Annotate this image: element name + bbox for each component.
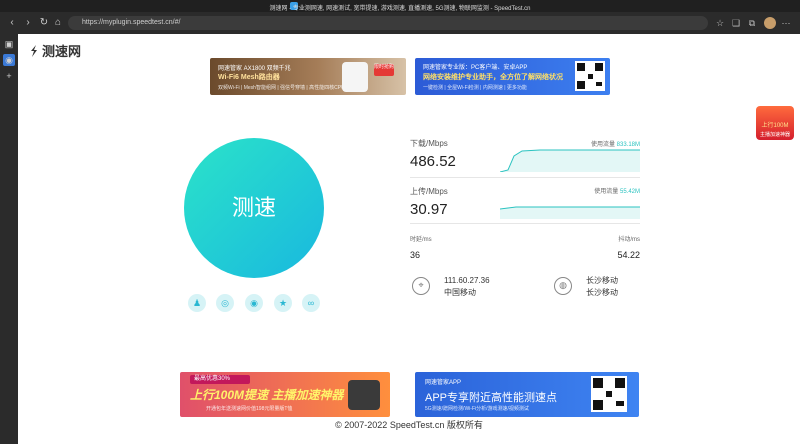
active-tab-icon[interactable]: ◉ (3, 54, 15, 66)
weibo-icon[interactable]: ◉ (245, 294, 263, 312)
latency-value: 36 (410, 250, 421, 260)
ip-isp: 中国移动 (444, 288, 476, 297)
browser-sidebar: ▣ ◉ + (0, 34, 18, 444)
divider (410, 223, 640, 224)
forward-icon[interactable]: › (22, 17, 34, 29)
download-sparkline (500, 149, 640, 172)
new-tab-icon[interactable]: + (3, 70, 15, 82)
app-ad-line3: 一键检测 | 全屋Wi-Fi检测 | 内网测速 | 更多功能 (423, 85, 527, 91)
gift-line1: 上行100M (761, 123, 789, 129)
app2-ad-line1: 网速管家APP (425, 380, 462, 386)
server-info[interactable]: 长沙移动 长沙移动 (586, 275, 618, 299)
ip-address: 111.60.27.36 (444, 276, 490, 285)
app-ad-banner[interactable]: 网速管家专业版：PC客户端、安卓APP 网络安装维护专业助手，全方位了解网络状况… (415, 58, 610, 95)
upload-usage: 使用流量 55.42M (538, 186, 640, 195)
gift-line2: 主播加速神器 (759, 132, 790, 138)
link-icon[interactable]: ∞ (302, 294, 320, 312)
jitter-value: 54.22 (617, 250, 640, 260)
profile-avatar[interactable] (764, 17, 776, 29)
start-speedtest-button[interactable]: 测速 (184, 138, 324, 278)
more-icon[interactable]: ⋯ (780, 17, 792, 29)
favorite-star-icon[interactable]: ★ (274, 294, 292, 312)
router-ad-banner[interactable]: 网速管家 AX1800 双频千兆 Wi-Fi6 Mesh路由器 双频Wi-Fi … (210, 58, 406, 95)
location-pin-icon: ⌖ (412, 277, 430, 295)
router-ad-badge: 限时抢购 (374, 64, 394, 76)
extensions-icon[interactable]: ⧉ (746, 17, 758, 29)
home-icon[interactable]: ⌂ (52, 17, 64, 29)
router-image (342, 62, 368, 92)
window-titlebar: 测速网 - 专业测网速, 网速测试, 宽带提速, 游戏测速, 直播测速, 5G测… (0, 0, 800, 12)
upload-value: 30.97 (410, 201, 448, 218)
ip-info: 111.60.27.36 中国移动 (444, 275, 490, 299)
jitter-label: 抖动/ms (618, 237, 640, 243)
window-title: 测速网 - 专业测网速, 网速测试, 宽带提速, 游戏测速, 直播测速, 5G测… (269, 6, 531, 12)
address-bar[interactable]: https://myplugin.speedtest.cn/#/ (68, 16, 708, 30)
router-ad-line1: 网速管家 AX1800 双频千兆 (218, 66, 291, 72)
page-content: 测速网 网速管家 AX1800 双频千兆 Wi-Fi6 Mesh路由器 双频Wi… (18, 34, 800, 444)
app2-ad-line3: 5G测速/蹭网检测/Wi-Fi分析/游戏测速/视频测试 (425, 406, 529, 412)
globe-icon: ◍ (554, 277, 572, 295)
boost-ad-line2: 开通包年送测速网价值198元限量版T恤 (206, 406, 293, 412)
wechat-icon[interactable]: ◎ (216, 294, 234, 312)
upload-sparkline (500, 206, 640, 219)
router-ad-line2: Wi-Fi6 Mesh路由器 (218, 74, 280, 81)
server-isp: 长沙移动 (586, 288, 618, 297)
boost-ad-line1: 上行100M提速 主播加速神器 (190, 388, 344, 402)
app2-ad-line2: APP专享附近高性能测速点 (425, 392, 558, 404)
router-ad-line3: 双频Wi-Fi | Mesh智能组网 | 强信号穿墙 | 高性能四核CPU (218, 85, 345, 91)
promo-gift-float[interactable]: 上行100M 主播加速神器 (756, 106, 794, 140)
collections-icon[interactable]: ❑ (730, 17, 742, 29)
discount-ribbon: 最高优惠30% (190, 375, 250, 384)
download-value: 486.52 (410, 153, 456, 170)
upload-boost-ad-banner[interactable]: 最高优惠30% 上行100M提速 主播加速神器 开通包年送测速网价值198元限量… (180, 372, 390, 417)
app-ad-line1: 网速管家专业版：PC客户端、安卓APP (423, 65, 528, 71)
download-label: 下载/Mbps (410, 139, 448, 148)
tshirt-image (348, 380, 380, 410)
site-logo[interactable]: 测速网 (28, 41, 82, 59)
qr-code-icon (575, 61, 605, 91)
server-city: 长沙移动 (586, 276, 618, 285)
latency-label: 时延/ms (410, 237, 432, 243)
reload-icon[interactable]: ↻ (38, 17, 50, 29)
copyright-footer: © 2007-2022 SpeedTest.cn 版权所有 (335, 420, 483, 430)
app-ad-line2: 网络安装维护专业助手，全方位了解网络状况 (423, 74, 563, 81)
mobile-app-ad-banner[interactable]: 网速管家APP APP专享附近高性能测速点 5G测速/蹭网检测/Wi-Fi分析/… (415, 372, 639, 417)
favorites-icon[interactable]: ☆ (714, 17, 726, 29)
qq-icon[interactable]: ♟ (188, 294, 206, 312)
back-icon[interactable]: ‹ (6, 17, 18, 29)
divider (410, 177, 640, 178)
tab-actions-icon[interactable]: ▣ (3, 38, 15, 50)
qr-code-icon (591, 376, 627, 412)
browser-toolbar: ‹ › ↻ ⌂ https://myplugin.speedtest.cn/#/… (0, 12, 800, 34)
upload-label: 上传/Mbps (410, 187, 448, 196)
logo-text: 测速网 (42, 44, 82, 59)
logo-icon (31, 45, 37, 57)
